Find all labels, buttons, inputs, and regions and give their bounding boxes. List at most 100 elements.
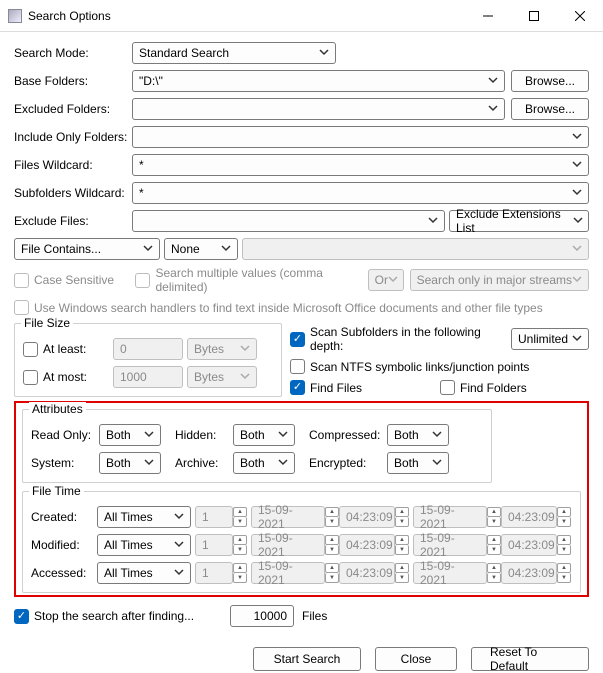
scan-ntfs-checkbox[interactable]	[290, 359, 305, 374]
spinner-icon[interactable]: ▲▼	[325, 563, 339, 583]
browse-excluded-button[interactable]: Browse...	[511, 98, 589, 120]
spinner-icon[interactable]: ▲▼	[487, 563, 501, 583]
chevron-down-icon	[572, 332, 584, 346]
readonly-select[interactable]: Both	[99, 424, 161, 446]
at-least-input[interactable]: 0	[113, 338, 183, 360]
filetime-legend: File Time	[29, 484, 84, 498]
files-wildcard-label: Files Wildcard:	[14, 158, 132, 172]
modified-to-time[interactable]: 04:23:09	[501, 534, 557, 556]
file-contains-text-field[interactable]	[242, 238, 589, 260]
modified-from-time[interactable]: 04:23:09	[339, 534, 395, 556]
filesize-legend: File Size	[21, 316, 73, 330]
close-button[interactable]: Close	[375, 647, 457, 671]
spinner-icon[interactable]: ▲▼	[487, 507, 501, 527]
scan-subfolders-checkbox[interactable]	[290, 332, 305, 347]
spinner-icon[interactable]: ▲▼	[557, 507, 571, 527]
compressed-select[interactable]: Both	[387, 424, 449, 446]
search-mode-value: Standard Search	[139, 46, 229, 60]
hidden-select[interactable]: Both	[233, 424, 295, 446]
major-streams-label: Search only in major streams	[417, 273, 572, 287]
file-contains-select[interactable]: File Contains...	[14, 238, 160, 260]
file-contains-mode-select[interactable]: None	[164, 238, 238, 260]
win-handlers-checkbox[interactable]	[14, 300, 29, 315]
spinner-icon[interactable]: ▲▼	[325, 507, 339, 527]
at-most-checkbox[interactable]	[23, 370, 38, 385]
reset-button[interactable]: Reset To Default	[471, 647, 589, 671]
readonly-label: Read Only:	[31, 428, 99, 442]
file-contains-label: File Contains...	[21, 242, 101, 256]
files-wildcard-field[interactable]: *	[132, 154, 589, 176]
created-from-time[interactable]: 04:23:09	[339, 506, 395, 528]
created-from-date[interactable]: 15-09-2021	[251, 506, 325, 528]
subfolders-wildcard-label: Subfolders Wildcard:	[14, 186, 132, 200]
spinner-icon[interactable]: ▲▼	[325, 535, 339, 555]
stop-after-input[interactable]: 10000	[230, 605, 294, 627]
titlebar: Search Options	[0, 0, 603, 32]
accessed-to-time[interactable]: 04:23:09	[501, 562, 557, 584]
encrypted-select[interactable]: Both	[387, 452, 449, 474]
spinner-icon[interactable]: ▲▼	[233, 535, 247, 555]
maximize-button[interactable]	[511, 0, 557, 32]
highlight-box: Attributes Read Only: Both Hidden: Both …	[14, 401, 589, 597]
files-wildcard-value: *	[139, 158, 144, 172]
at-most-unit-select[interactable]: Bytes	[187, 366, 257, 388]
chevron-down-icon	[319, 46, 331, 60]
at-most-input[interactable]: 1000	[113, 366, 183, 388]
spinner-icon[interactable]: ▲▼	[395, 563, 409, 583]
spinner-icon[interactable]: ▲▼	[487, 535, 501, 555]
compressed-label: Compressed:	[309, 428, 387, 442]
modified-count-input[interactable]: 1	[195, 534, 233, 556]
case-sensitive-checkbox[interactable]	[14, 273, 29, 288]
modified-to-date[interactable]: 15-09-2021	[413, 534, 487, 556]
modified-label: Modified:	[31, 538, 97, 552]
accessed-count-input[interactable]: 1	[195, 562, 233, 584]
accessed-from-time[interactable]: 04:23:09	[339, 562, 395, 584]
created-to-date[interactable]: 15-09-2021	[413, 506, 487, 528]
browse-base-button[interactable]: Browse...	[511, 70, 589, 92]
spinner-icon[interactable]: ▲▼	[395, 507, 409, 527]
base-folders-field[interactable]: "D:\"	[132, 70, 505, 92]
major-streams-select[interactable]: Search only in major streams	[410, 269, 589, 291]
base-folders-label: Base Folders:	[14, 74, 132, 88]
exclude-extensions-select[interactable]: Exclude Extensions List	[449, 210, 589, 232]
spinner-icon[interactable]: ▲▼	[557, 563, 571, 583]
subfolders-wildcard-value: *	[139, 186, 144, 200]
created-mode-select[interactable]: All Times	[97, 506, 191, 528]
chevron-down-icon	[278, 456, 290, 470]
close-window-button[interactable]	[557, 0, 603, 32]
find-folders-checkbox[interactable]	[440, 380, 455, 395]
created-label: Created:	[31, 510, 97, 524]
chevron-down-icon	[388, 273, 399, 287]
depth-select[interactable]: Unlimited	[511, 328, 589, 350]
created-count-input[interactable]: 1	[195, 506, 233, 528]
multi-values-label: Search multiple values (comma delimited)	[155, 266, 367, 294]
spinner-icon[interactable]: ▲▼	[395, 535, 409, 555]
accessed-from-date[interactable]: 15-09-2021	[251, 562, 325, 584]
created-to-time[interactable]: 04:23:09	[501, 506, 557, 528]
spinner-icon[interactable]: ▲▼	[233, 563, 247, 583]
modified-from-date[interactable]: 15-09-2021	[251, 534, 325, 556]
exclude-files-field[interactable]	[132, 210, 445, 232]
find-files-checkbox[interactable]	[290, 380, 305, 395]
chevron-down-icon	[432, 456, 444, 470]
include-only-field[interactable]	[132, 126, 589, 148]
minimize-button[interactable]	[465, 0, 511, 32]
search-mode-select[interactable]: Standard Search	[132, 42, 336, 64]
or-select[interactable]: Or	[368, 269, 404, 291]
accessed-mode-select[interactable]: All Times	[97, 562, 191, 584]
at-least-checkbox[interactable]	[23, 342, 38, 357]
case-sensitive-label: Case Sensitive	[34, 273, 135, 287]
spinner-icon[interactable]: ▲▼	[557, 535, 571, 555]
excluded-folders-field[interactable]	[132, 98, 505, 120]
start-search-button[interactable]: Start Search	[253, 647, 361, 671]
stop-after-checkbox[interactable]	[14, 609, 29, 624]
subfolders-wildcard-field[interactable]: *	[132, 182, 589, 204]
chevron-down-icon	[572, 186, 584, 200]
system-select[interactable]: Both	[99, 452, 161, 474]
at-least-unit-select[interactable]: Bytes	[187, 338, 257, 360]
archive-select[interactable]: Both	[233, 452, 295, 474]
spinner-icon[interactable]: ▲▼	[233, 507, 247, 527]
multi-values-checkbox[interactable]	[135, 273, 150, 288]
accessed-to-date[interactable]: 15-09-2021	[413, 562, 487, 584]
modified-mode-select[interactable]: All Times	[97, 534, 191, 556]
